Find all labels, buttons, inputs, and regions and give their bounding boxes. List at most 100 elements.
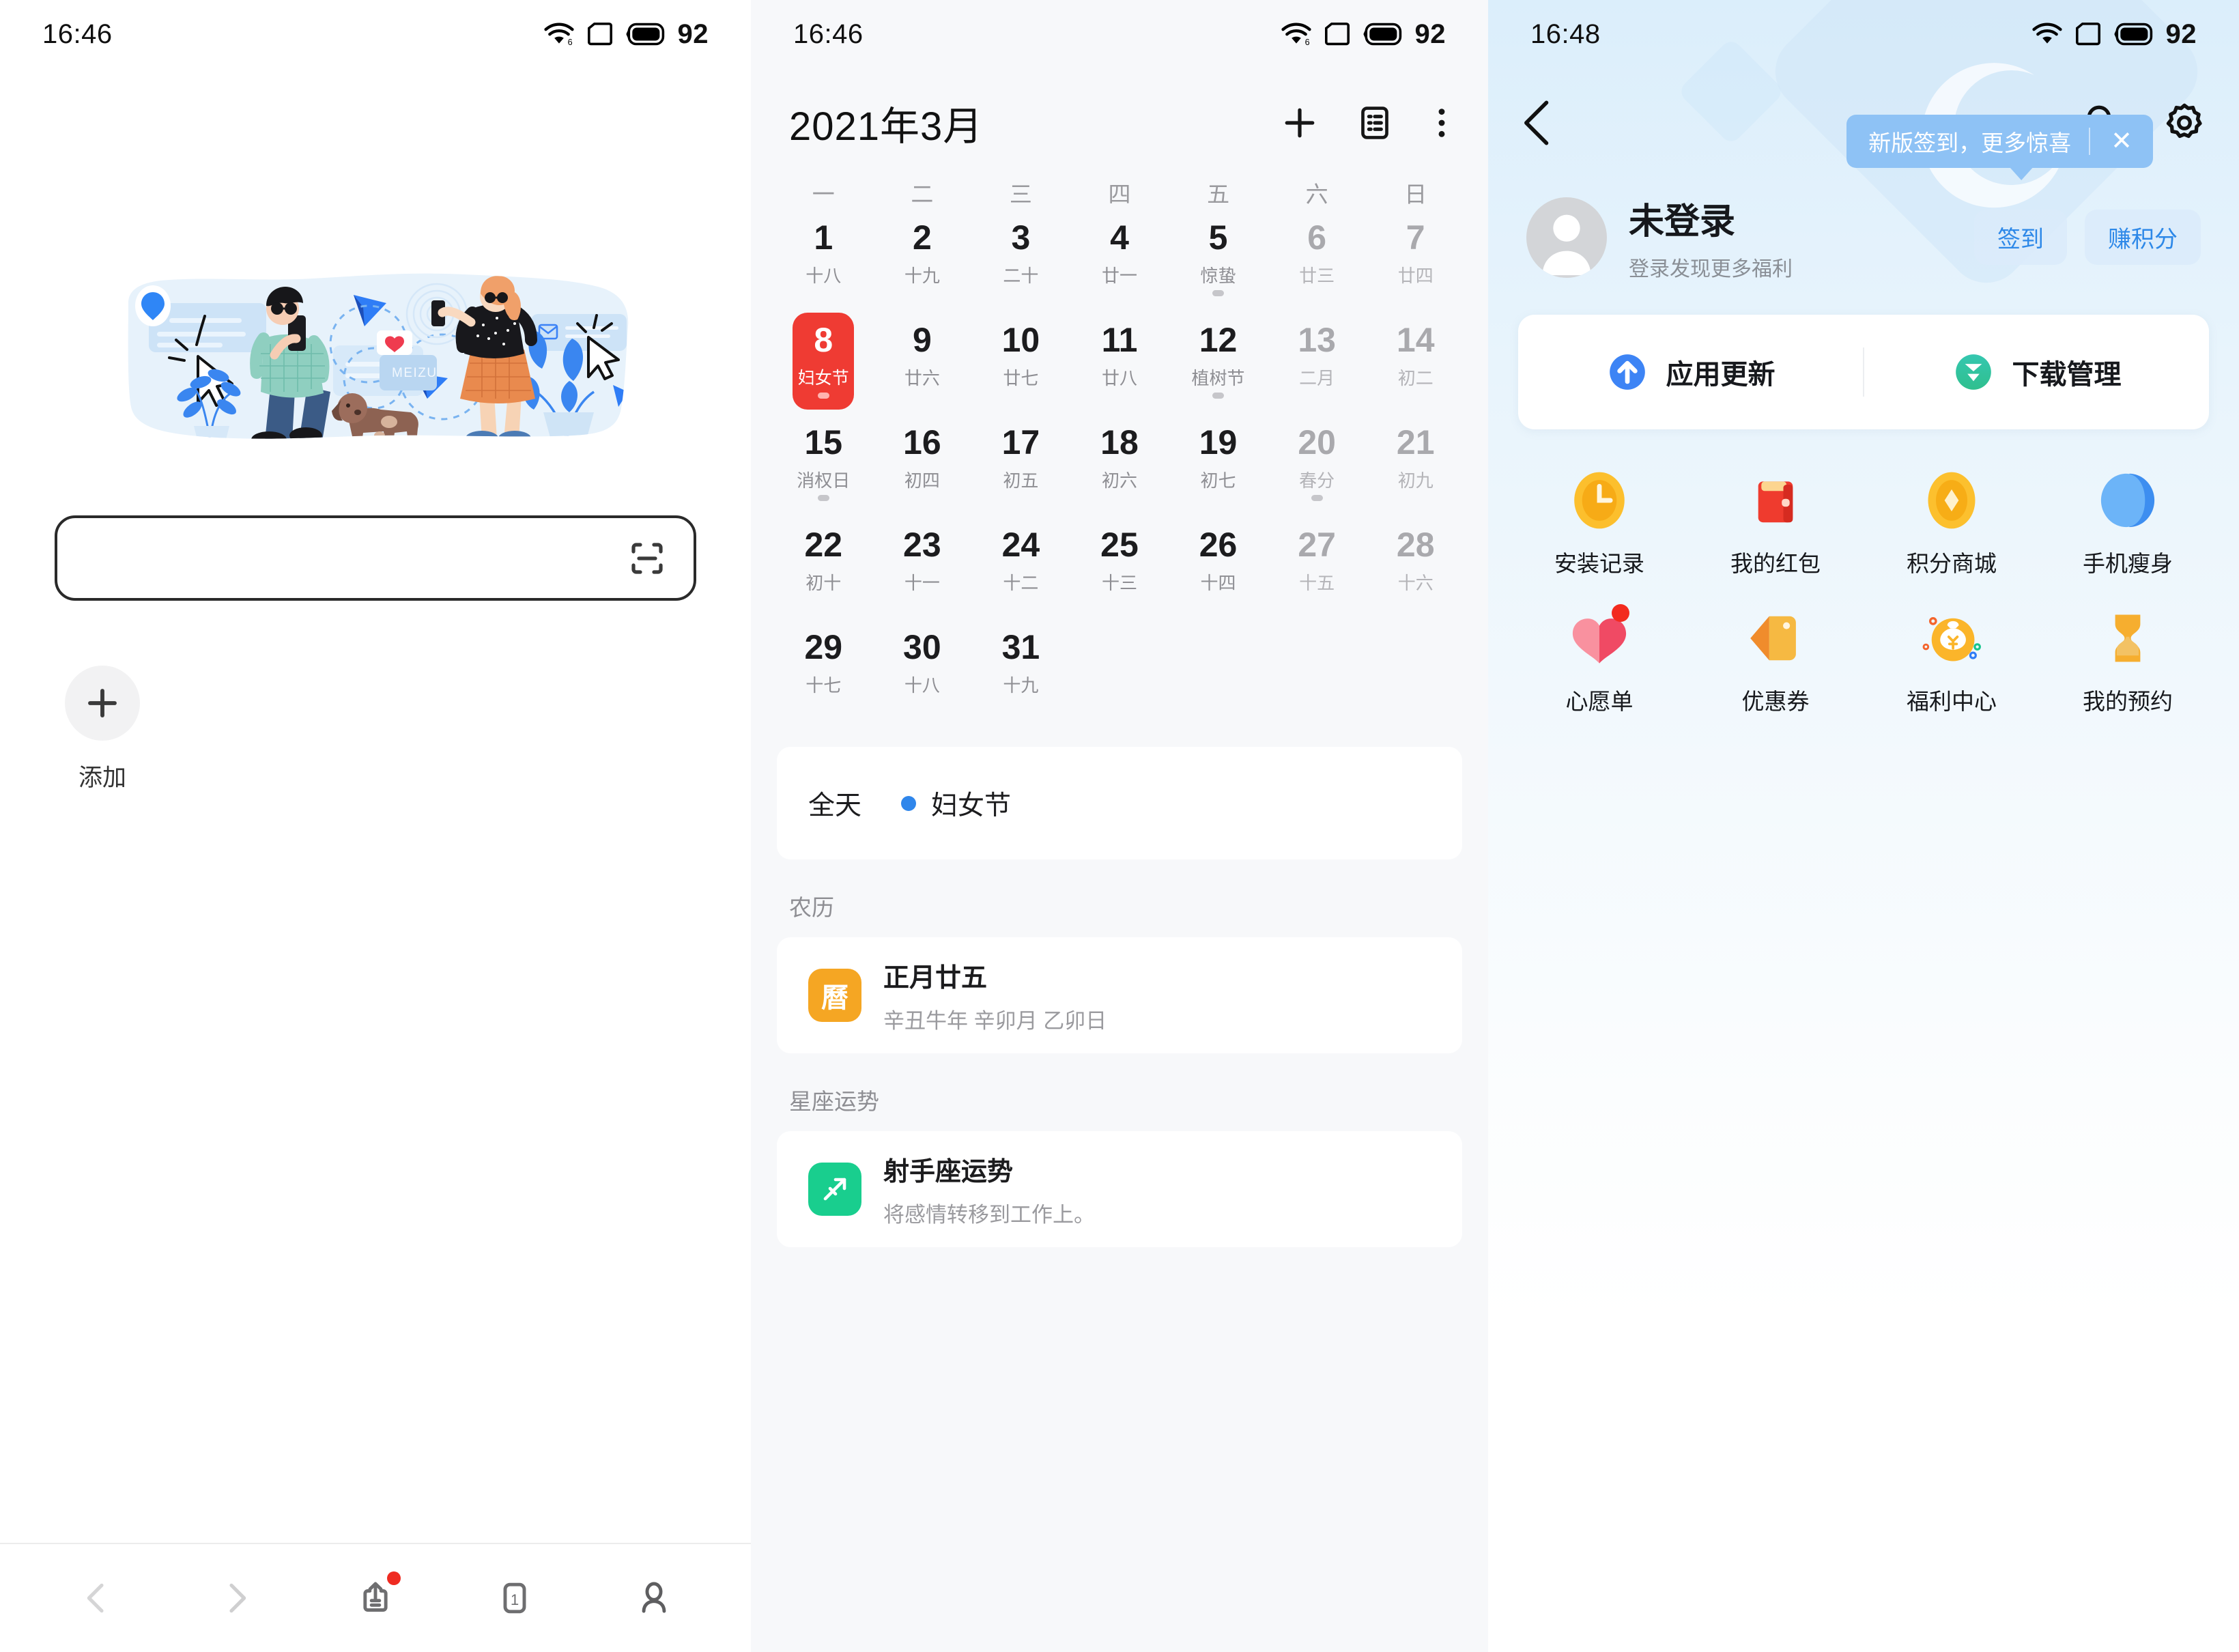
app-update-label: 应用更新 (1666, 360, 1775, 390)
calendar-day-cell[interactable]: 10 廿七 (971, 311, 1070, 414)
calendar-day-cell[interactable]: 6 廿三 (1268, 209, 1367, 311)
calendar-day-cell[interactable]: 2 十九 (873, 209, 972, 311)
calendar-day-number: 5 (1208, 218, 1228, 257)
calendar-day-number: 23 (903, 526, 941, 564)
calendar-day-cell[interactable]: 19 初七 (1169, 414, 1268, 516)
event-row[interactable]: 全天 妇女节 (808, 747, 1431, 859)
calendar-day-lunar: 妇女节 (797, 368, 849, 388)
feature-grid-item[interactable]: 我的预约 (2040, 607, 2216, 716)
add-shortcut-button[interactable] (65, 666, 140, 741)
chevron-left-icon (87, 1583, 104, 1613)
app-update-button[interactable]: 应用更新 (1518, 351, 1863, 393)
more-vertical-icon[interactable] (1429, 104, 1454, 142)
add-shortcut[interactable]: 添加 (65, 666, 167, 793)
calendar-day-cell[interactable]: 3 二十 (971, 209, 1070, 311)
calendar-day-cell[interactable]: 20 春分 (1268, 414, 1367, 516)
default-avatar-icon (1542, 214, 1591, 275)
calendar-month-title[interactable]: 2021年3月 (789, 94, 983, 152)
calendar-day-number: 19 (1199, 423, 1238, 461)
calendar-day-cell[interactable]: 5 惊蛰 (1169, 209, 1268, 311)
feature-grid-item[interactable]: 我的红包 (1687, 469, 1864, 578)
feature-grid-item[interactable]: 手机瘦身 (2040, 469, 2216, 578)
calendar-day-cell[interactable]: 27 十五 (1268, 516, 1367, 618)
calendar-header: 2021年3月 (751, 68, 1488, 157)
calendar-day-cell[interactable]: 9 廿六 (873, 311, 972, 414)
feature-grid-item[interactable]: 积分商城 (1864, 469, 2040, 578)
feature-grid-item[interactable]: 优惠券 (1687, 607, 1864, 716)
calendar-day-cell[interactable]: 22 初十 (774, 516, 873, 618)
agenda-list-icon[interactable] (1356, 104, 1394, 142)
calendar-day-cell[interactable]: 26 十四 (1169, 516, 1268, 618)
calendar-day-lunar: 十四 (1200, 572, 1236, 593)
nav-tabs-button[interactable]: 1 (477, 1561, 552, 1636)
quick-actions-card: 应用更新 下载管理 (1518, 315, 2209, 429)
calendar-day-cell[interactable]: 1 十八 (774, 209, 873, 311)
calendar-day-cell[interactable]: 25 十三 (1070, 516, 1169, 618)
calendar-day-cell[interactable]: 24 十二 (971, 516, 1070, 618)
nav-share-button[interactable] (338, 1561, 413, 1636)
status-icons: 6 92 (543, 19, 709, 50)
calendar-day-cell[interactable]: 17 初五 (971, 414, 1070, 516)
event-color-dot (901, 795, 917, 811)
lunar-card[interactable]: 曆 正月廿五 辛丑牛年 辛卯月 乙卯日 (777, 937, 1462, 1053)
feature-grid-item[interactable]: 心愿单 (1511, 604, 1687, 716)
calendar-day-cell[interactable]: 18 初六 (1070, 414, 1169, 516)
meizu-browser-illustration-svg: MEIZU (128, 273, 629, 439)
calendar-day-lunar: 十八 (904, 674, 940, 696)
calendar-day-cell[interactable]: 21 初九 (1366, 414, 1465, 516)
calendar-day-number: 13 (1298, 321, 1336, 359)
clock-coin-icon (1568, 469, 1631, 532)
calendar-day-cell[interactable]: 15 消权日 (774, 414, 873, 516)
lunar-subtitle: 辛丑牛年 辛卯月 乙卯日 (883, 1009, 1107, 1033)
calendar-day-cell[interactable]: 8 妇女节 (774, 311, 873, 414)
gear-icon[interactable] (2163, 101, 2206, 145)
status-time: 16:46 (793, 18, 864, 49)
calendar-day-lunar: 二月 (1299, 367, 1335, 388)
calendar-event-indicator (1212, 290, 1225, 296)
calendar-day-cell[interactable]: 16 初四 (873, 414, 972, 516)
earn-points-button[interactable]: 赚积分 (2085, 210, 2201, 265)
signin-tooltip[interactable]: 新版签到，更多惊喜 ✕ (1846, 115, 2153, 180)
profile-user-buttons: 签到 赚积分 (1974, 210, 2201, 265)
money-bag-icon (1920, 607, 1983, 670)
phone-clean-icon (2096, 469, 2159, 532)
calendar-day-lunar: 廿八 (1101, 367, 1137, 388)
plus-icon[interactable] (1279, 102, 1320, 143)
horoscope-card[interactable]: 射手座运势 将感情转移到工作上。 (777, 1131, 1462, 1247)
chevron-right-icon (229, 1583, 246, 1613)
share-upload-icon (363, 1582, 388, 1612)
download-manager-button[interactable]: 下载管理 (1864, 351, 2209, 393)
calendar-day-cell[interactable]: 31 十九 (971, 618, 1070, 721)
feature-grid-item[interactable]: 福利中心 (1864, 607, 2040, 716)
profile-username: 未登录 (1629, 202, 1736, 242)
calendar-day-cell[interactable]: 29 十七 (774, 618, 873, 721)
scan-qr-icon[interactable] (628, 539, 666, 578)
calendar-event-card[interactable]: 全天 妇女节 (777, 747, 1462, 859)
calendar-day-cell[interactable]: 11 廿八 (1070, 311, 1169, 414)
close-icon[interactable]: ✕ (2090, 128, 2153, 154)
calendar-day-lunar: 廿一 (1101, 265, 1137, 286)
chevron-left-icon[interactable] (1520, 99, 1555, 147)
calendar-day-cell[interactable]: 12 植树节 (1169, 311, 1268, 414)
calendar-day-cell[interactable]: 4 廿一 (1070, 209, 1169, 311)
calendar-day-cell[interactable]: 7 廿四 (1366, 209, 1465, 311)
feature-grid-item[interactable]: 安装记录 (1511, 469, 1687, 578)
nav-profile-button[interactable] (616, 1561, 691, 1636)
calendar-day-number: 28 (1396, 526, 1435, 564)
calendar-day-lunar: 初九 (1397, 470, 1434, 491)
nav-forward-button[interactable] (199, 1561, 274, 1636)
avatar[interactable] (1526, 197, 1607, 278)
calendar-day-cell[interactable]: 28 十六 (1366, 516, 1465, 618)
calendar-day-cell[interactable]: 14 初二 (1366, 311, 1465, 414)
browser-search-bar[interactable] (55, 515, 696, 601)
calendar-day-number: 27 (1298, 526, 1336, 564)
nav-back-button[interactable] (59, 1561, 134, 1636)
feature-grid-label: 优惠券 (1741, 689, 1810, 714)
horoscope-card-text: 射手座运势 将感情转移到工作上。 (883, 1150, 1095, 1228)
signin-button[interactable]: 签到 (1974, 210, 2067, 265)
search-input[interactable] (85, 541, 628, 575)
calendar-day-cell[interactable]: 13 二月 (1268, 311, 1367, 414)
calendar-day-cell[interactable]: 30 十八 (873, 618, 972, 721)
calendar-day-cell[interactable]: 23 十一 (873, 516, 972, 618)
calendar-event-indicator (817, 393, 829, 399)
